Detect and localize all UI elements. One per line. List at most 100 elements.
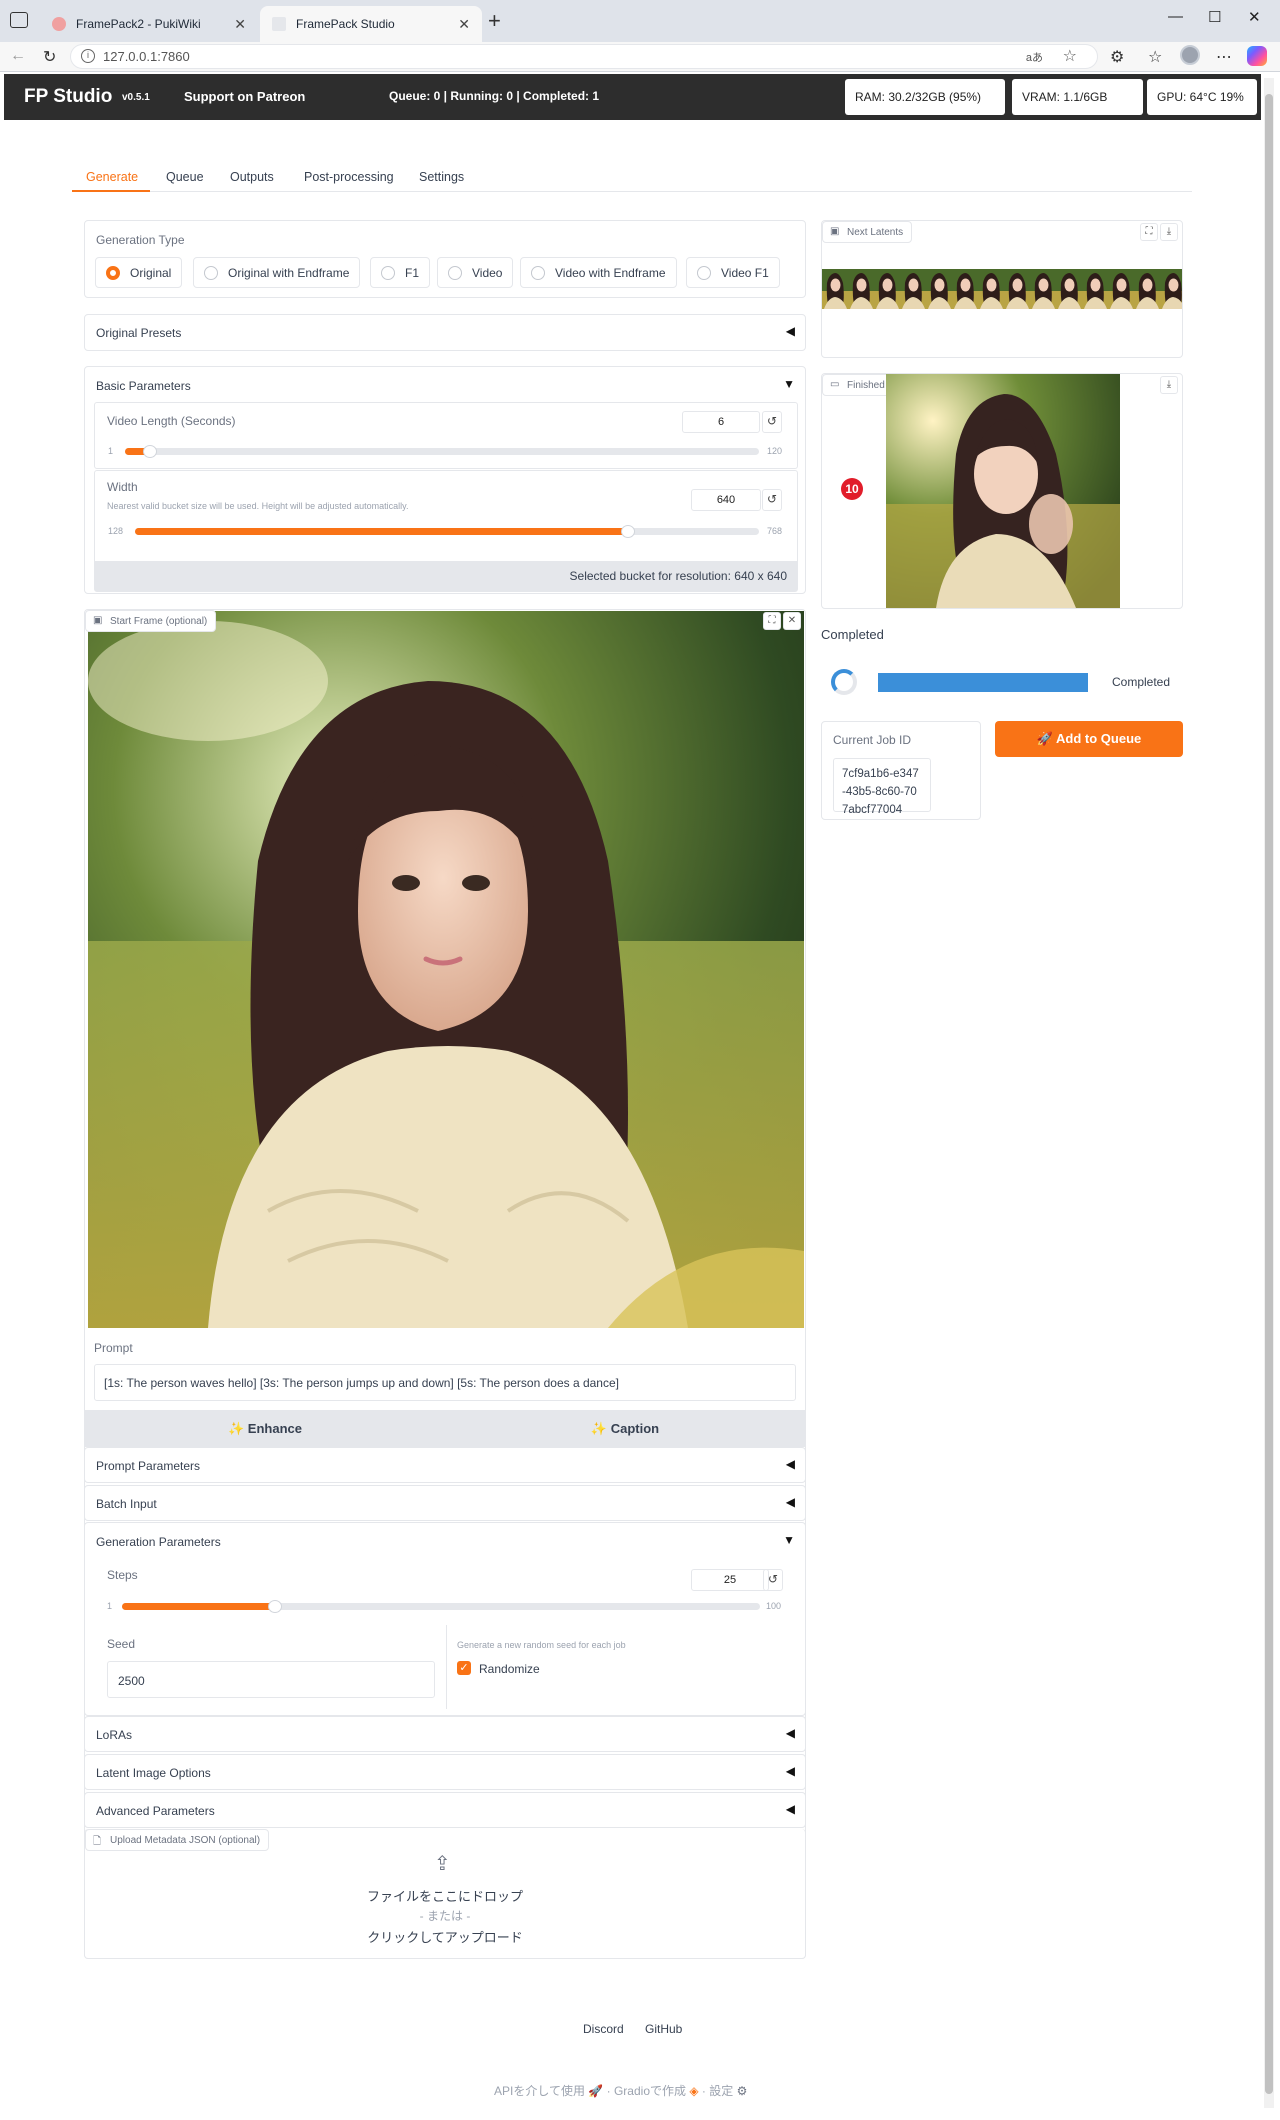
prompt-input[interactable]: [1s: The person waves hello] [3s: The pe… bbox=[94, 1364, 796, 1401]
steps-slider[interactable] bbox=[122, 1600, 760, 1613]
radio-original[interactable]: Original bbox=[95, 257, 183, 288]
latent-image-options-accordion[interactable]: Latent Image Options ◀ bbox=[84, 1754, 806, 1790]
video-icon: ▭ bbox=[830, 379, 840, 390]
close-tab-icon[interactable]: ✕ bbox=[234, 16, 246, 33]
enhance-button[interactable]: ✨ Enhance bbox=[85, 1410, 445, 1447]
radio-original-with-endframe[interactable]: Original with Endframe bbox=[193, 257, 361, 288]
discord-link[interactable]: Discord bbox=[583, 2022, 624, 2036]
prompt-parameters-accordion[interactable]: Prompt Parameters ◀ bbox=[84, 1447, 806, 1483]
next-latents-label: ▣ Next Latents bbox=[822, 221, 913, 243]
collapsed-caret-icon: ◀ bbox=[785, 1457, 795, 1471]
spinner-icon bbox=[831, 669, 857, 695]
steps-input[interactable]: 25 bbox=[691, 1569, 769, 1591]
latent-frame-thumbnail bbox=[1004, 269, 1031, 309]
extensions-icon[interactable]: ⚙ bbox=[1110, 47, 1124, 67]
tab-generate[interactable]: Generate bbox=[86, 170, 138, 184]
width-slider[interactable] bbox=[135, 525, 759, 538]
caption-button[interactable]: ✨ Caption bbox=[445, 1410, 805, 1447]
original-presets-accordion[interactable]: Original Presets ◀ bbox=[84, 314, 806, 351]
randomize-label: Randomize bbox=[479, 1662, 540, 1676]
tab-actions-icon[interactable] bbox=[10, 12, 28, 28]
tab-outputs[interactable]: Outputs bbox=[230, 170, 274, 184]
generation-type-panel: Generation Type Original Original with E… bbox=[84, 220, 806, 298]
address-bar[interactable]: i 127.0.0.1:7860 aあ ☆ bbox=[70, 44, 1098, 69]
steps-label: Steps bbox=[107, 1568, 138, 1582]
download-icon[interactable]: ⤓ bbox=[1160, 223, 1178, 241]
radio-video-f1[interactable]: Video F1 bbox=[686, 257, 780, 288]
favorite-star-icon[interactable]: ☆ bbox=[1063, 46, 1077, 66]
more-menu-icon[interactable]: ⋯ bbox=[1216, 47, 1232, 67]
settings-link[interactable]: 設定 bbox=[709, 2084, 733, 2098]
accordion-title: Batch Input bbox=[96, 1497, 157, 1511]
maximize-icon[interactable]: ☐ bbox=[1208, 8, 1221, 26]
randomize-checkbox[interactable]: ✓ bbox=[457, 1661, 471, 1675]
tab-settings[interactable]: Settings bbox=[419, 170, 464, 184]
add-to-queue-button[interactable]: 🚀 Add to Queue bbox=[995, 721, 1183, 757]
fullscreen-icon[interactable]: ⛶ bbox=[763, 612, 781, 630]
clear-image-icon[interactable]: ✕ bbox=[783, 612, 801, 630]
caption-label: ✨ Caption bbox=[590, 1421, 660, 1436]
upload-icon: ⇪ bbox=[434, 1853, 451, 1875]
accordion-title: Latent Image Options bbox=[96, 1766, 211, 1780]
basic-parameters-header[interactable]: Basic Parameters ▼ bbox=[85, 367, 805, 401]
favorites-icon[interactable]: ☆ bbox=[1148, 47, 1162, 67]
fullscreen-icon[interactable]: ⛶ bbox=[1140, 223, 1158, 241]
download-icon[interactable]: ⤓ bbox=[1160, 376, 1178, 394]
reload-icon[interactable]: ↻ bbox=[43, 47, 56, 67]
video-length-input[interactable]: 6 bbox=[682, 411, 760, 433]
browser-tab-framepack[interactable]: FramePack Studio ✕ bbox=[260, 6, 482, 42]
profile-avatar[interactable] bbox=[1180, 45, 1200, 65]
minimize-icon[interactable]: — bbox=[1168, 8, 1183, 25]
scrollbar-thumb[interactable] bbox=[1265, 94, 1273, 2094]
slider-thumb[interactable] bbox=[268, 1600, 283, 1613]
back-icon[interactable]: ← bbox=[10, 47, 26, 65]
advanced-parameters-accordion[interactable]: Advanced Parameters ◀ bbox=[84, 1792, 806, 1828]
close-window-icon[interactable]: ✕ bbox=[1248, 8, 1261, 26]
seed-input[interactable]: 2500 bbox=[107, 1661, 435, 1698]
github-link[interactable]: GitHub bbox=[645, 2022, 682, 2036]
start-frame-image[interactable] bbox=[88, 611, 804, 1328]
main-tab-bar: Generate Queue Outputs Post-processing S… bbox=[72, 164, 1192, 192]
browser-tab-pukiwiki[interactable]: FramePack2 - PukiWiki ✕ bbox=[40, 6, 258, 42]
gradio-link[interactable]: Gradioで作成 bbox=[614, 2084, 686, 2098]
add-to-queue-label: 🚀 Add to Queue bbox=[1036, 731, 1142, 746]
upload-metadata-dropzone[interactable]: 🗋 Upload Metadata JSON (optional) ⇪ ファイル… bbox=[84, 1829, 806, 1959]
reset-icon[interactable]: ↺ bbox=[763, 1569, 783, 1591]
drop-text: ファイルをここにドロップ bbox=[366, 1889, 523, 1904]
accordion-title: Generation Parameters bbox=[96, 1535, 221, 1549]
tab-post-processing[interactable]: Post-processing bbox=[304, 170, 394, 184]
slider-thumb[interactable] bbox=[620, 525, 635, 538]
api-link[interactable]: APIを介して使用 bbox=[494, 2084, 585, 2098]
site-info-icon[interactable]: i bbox=[81, 49, 95, 63]
vram-stat: VRAM: 1.1/6GB bbox=[1012, 79, 1143, 115]
new-tab-icon[interactable]: + bbox=[488, 8, 501, 34]
loras-accordion[interactable]: LoRAs ◀ bbox=[84, 1716, 806, 1752]
current-job-panel: Current Job ID 7cf9a1b6-e347-43b5-8c60-7… bbox=[821, 721, 981, 820]
start-frame-label: ▣ Start Frame (optional) bbox=[85, 610, 217, 632]
reset-icon[interactable]: ↺ bbox=[762, 411, 782, 433]
read-aloud-icon[interactable]: aあ bbox=[1026, 49, 1043, 65]
generation-parameters-header[interactable]: Generation Parameters ▼ bbox=[85, 1523, 805, 1559]
page-scrollbar[interactable] bbox=[1264, 78, 1274, 2108]
tab-queue[interactable]: Queue bbox=[166, 170, 204, 184]
address-toolbar: ← ↻ i 127.0.0.1:7860 aあ ☆ ⚙ ☆ ⋯ bbox=[0, 42, 1280, 72]
gradio-logo-icon: ◈ bbox=[689, 2084, 699, 2098]
batch-input-accordion[interactable]: Batch Input ◀ bbox=[84, 1485, 806, 1521]
collapsed-caret-icon: ◀ bbox=[785, 1802, 795, 1816]
video-length-slider[interactable] bbox=[125, 445, 759, 458]
radio-video-with-endframe[interactable]: Video with Endframe bbox=[520, 257, 677, 288]
patreon-link[interactable]: Support on Patreon bbox=[184, 89, 305, 104]
reset-icon[interactable]: ↺ bbox=[762, 489, 782, 511]
job-id-box[interactable]: 7cf9a1b6-e347-43b5-8c60-707abcf77004 bbox=[833, 758, 931, 816]
width-input[interactable]: 640 bbox=[691, 489, 761, 511]
radio-dot bbox=[448, 266, 462, 280]
finished-frame-video[interactable] bbox=[886, 374, 1120, 608]
close-tab-icon[interactable]: ✕ bbox=[458, 16, 470, 33]
copilot-icon[interactable] bbox=[1247, 46, 1267, 66]
radio-label: F1 bbox=[405, 266, 420, 280]
accordion-title: Prompt Parameters bbox=[96, 1459, 201, 1473]
radio-f1[interactable]: F1 bbox=[370, 257, 431, 288]
slider-thumb[interactable] bbox=[143, 445, 158, 458]
radio-video[interactable]: Video bbox=[437, 257, 514, 288]
video-length-block: Video Length (Seconds) 6 ↺ 1 120 bbox=[94, 402, 798, 469]
